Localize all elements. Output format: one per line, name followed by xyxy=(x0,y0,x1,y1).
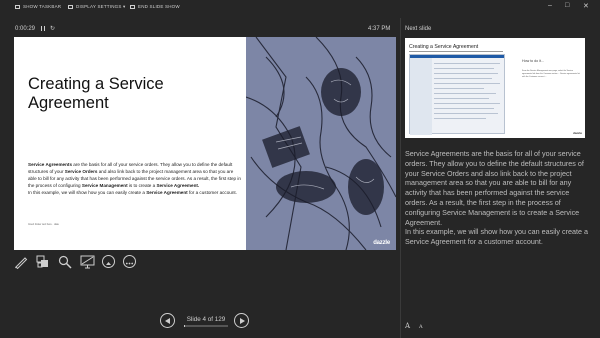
woodcut-illustration: dazzle xyxy=(246,37,396,250)
next-slide-button[interactable] xyxy=(234,313,249,328)
next-slide-thumbnail[interactable]: Creating a Service Agreement How to do i… xyxy=(405,38,585,138)
slide-counter[interactable]: Slide 4 of 129 xyxy=(184,316,228,323)
current-slide[interactable]: Creating a Service Agreement Service Agr… xyxy=(14,37,396,250)
elapsed-timer: 0:00:29 xyxy=(15,26,36,32)
close-button[interactable]: ✕ xyxy=(583,2,589,10)
next-slide-text: From the Service Management area page, s… xyxy=(522,70,580,78)
next-slide-label: Next slide xyxy=(405,26,432,32)
reset-timer-icon[interactable]: ↻ xyxy=(50,26,56,32)
slide-text-area: Creating a Service Agreement Service Agr… xyxy=(14,37,246,250)
current-time: 4:37 PM xyxy=(368,26,391,32)
decrease-font-button[interactable]: A xyxy=(419,324,423,330)
dazzle-logo: dazzle xyxy=(373,240,390,246)
slide-body: Service Agreements are the basis for all… xyxy=(28,161,242,196)
slide-body-paragraph: Service Agreements are the basis for all… xyxy=(28,162,241,188)
slide-progress-bar xyxy=(184,325,228,327)
next-slide-logo: dazzle xyxy=(572,131,582,135)
notes-paragraph: In this example, we will show how you ca… xyxy=(405,227,588,247)
restore-button[interactable]: □ xyxy=(565,2,569,9)
minimize-button[interactable]: – xyxy=(548,2,552,9)
black-screen-icon[interactable] xyxy=(80,255,96,271)
previous-slide-button[interactable] xyxy=(160,313,175,328)
title-underline xyxy=(409,51,503,52)
end-show-icon xyxy=(130,4,135,9)
end-slide-show-button[interactable]: END SLIDE SHOW xyxy=(130,4,180,9)
notes-paragraph: Service Agreements are the basis for all… xyxy=(405,149,584,227)
more-options-icon[interactable] xyxy=(123,255,136,268)
presenter-top-bar: SHOW TASKBAR DISPLAY SETTINGS ▾ END SLID… xyxy=(0,0,600,16)
speaker-notes[interactable]: Service Agreements are the basis for all… xyxy=(405,149,591,247)
pause-icon[interactable] xyxy=(40,25,46,32)
display-icon xyxy=(68,4,73,9)
see-all-slides-icon[interactable] xyxy=(36,255,52,271)
increase-font-button[interactable]: A xyxy=(405,322,410,330)
slide-title: Creating a Service Agreement xyxy=(28,75,164,112)
next-slide-howto: How to do it... xyxy=(522,59,544,63)
display-settings-button[interactable]: DISPLAY SETTINGS ▾ xyxy=(68,4,125,10)
slide-body-paragraph: In this example, we will show how you ca… xyxy=(28,190,237,195)
zoom-icon[interactable] xyxy=(58,255,74,271)
slide-footer: Insert footer text here · date xyxy=(28,223,59,226)
pen-icon[interactable] xyxy=(14,255,30,271)
next-slide-title: Creating a Service Agreement xyxy=(409,44,479,50)
show-taskbar-button[interactable]: SHOW TASKBAR xyxy=(15,4,61,9)
next-slide-screenshot xyxy=(409,54,505,135)
slide-progress-fill xyxy=(184,325,186,327)
pane-divider[interactable] xyxy=(400,18,401,338)
taskbar-icon xyxy=(15,4,20,9)
woodcut-art-graphic xyxy=(246,37,396,250)
pointer-options-button[interactable] xyxy=(102,255,115,268)
